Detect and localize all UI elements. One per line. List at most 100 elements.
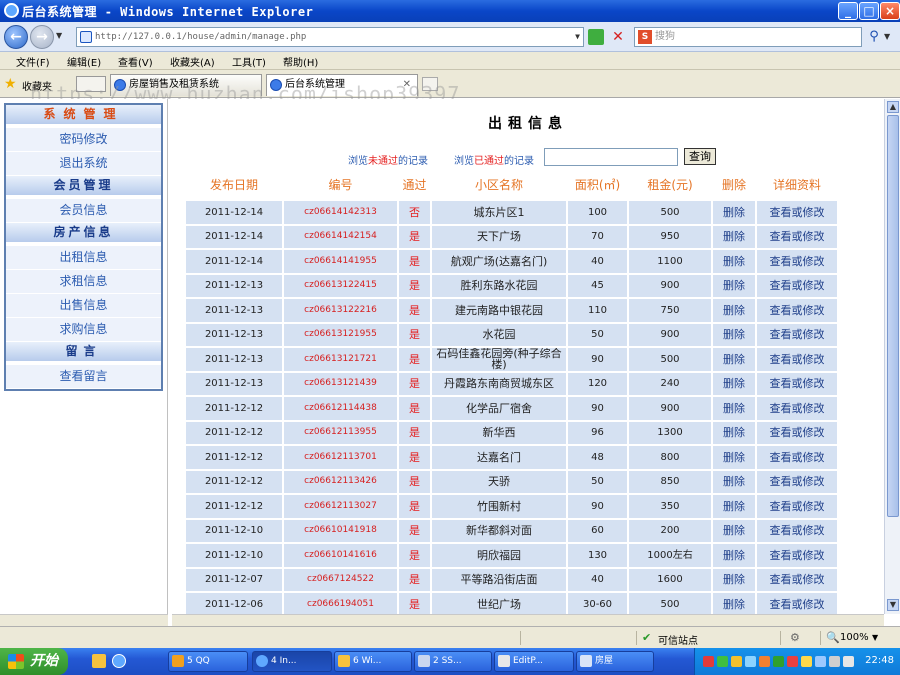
view-edit-link[interactable]: 查看或修改: [757, 323, 837, 346]
sidebar-item-logout[interactable]: 退出系统: [6, 152, 161, 175]
cell-code[interactable]: cz06614142313: [284, 201, 397, 224]
view-edit-link[interactable]: 查看或修改: [757, 201, 837, 224]
folder-icon[interactable]: [92, 654, 106, 668]
view-edit-link[interactable]: 查看或修改: [757, 544, 837, 567]
browse-approved-link[interactable]: 浏览已通过的记录: [454, 152, 534, 167]
tray-icon[interactable]: [773, 656, 784, 667]
task-editplus[interactable]: EditP...: [494, 651, 574, 672]
refresh-icon[interactable]: [588, 29, 604, 45]
address-dropdown-icon[interactable]: ▼: [575, 28, 580, 46]
cell-code[interactable]: cz0666194051: [284, 593, 397, 614]
menu-edit[interactable]: 编辑(E): [67, 54, 101, 69]
view-edit-link[interactable]: 查看或修改: [757, 225, 837, 248]
view-edit-link[interactable]: 查看或修改: [757, 372, 837, 395]
cell-code[interactable]: cz06612113701: [284, 446, 397, 469]
cell-code[interactable]: cz06610141918: [284, 519, 397, 542]
delete-link[interactable]: 删除: [713, 470, 755, 493]
tray-icon[interactable]: [829, 656, 840, 667]
cell-code[interactable]: cz06614141955: [284, 250, 397, 273]
view-edit-link[interactable]: 查看或修改: [757, 593, 837, 614]
delete-link[interactable]: 删除: [713, 421, 755, 444]
view-edit-link[interactable]: 查看或修改: [757, 397, 837, 420]
browse-unapproved-link[interactable]: 浏览未通过的记录: [348, 152, 428, 167]
sidebar-item-wanted-buy[interactable]: 求购信息: [6, 318, 161, 341]
minimize-button[interactable]: _: [838, 2, 858, 20]
delete-link[interactable]: 删除: [713, 372, 755, 395]
cell-code[interactable]: cz06613121955: [284, 323, 397, 346]
view-edit-link[interactable]: 查看或修改: [757, 421, 837, 444]
tray-icon[interactable]: [731, 656, 742, 667]
sidebar-item-for-sale[interactable]: 出售信息: [6, 294, 161, 317]
sidebar-item-rent-out[interactable]: 出租信息: [6, 246, 161, 269]
task-qq[interactable]: 5 QQ: [168, 651, 248, 672]
sidebar-item-member-info[interactable]: 会员信息: [6, 199, 161, 222]
address-input[interactable]: http://127.0.0.1/house/admin/manage.php …: [76, 27, 584, 47]
delete-link[interactable]: 删除: [713, 593, 755, 614]
task-explorer[interactable]: 6 Wi...: [334, 651, 412, 672]
view-edit-link[interactable]: 查看或修改: [757, 519, 837, 542]
cell-code[interactable]: cz06613121721: [284, 348, 397, 371]
tray-icon[interactable]: [843, 656, 854, 667]
tray-icon[interactable]: [745, 656, 756, 667]
scroll-thumb[interactable]: [887, 115, 899, 517]
cell-code[interactable]: cz06610141616: [284, 544, 397, 567]
search-input[interactable]: S 搜狗: [634, 27, 862, 47]
search-go-icon[interactable]: ⚲: [866, 29, 882, 45]
view-edit-link[interactable]: 查看或修改: [757, 568, 837, 591]
zoom-dropdown-icon[interactable]: ▼: [872, 633, 878, 642]
tray-icon[interactable]: [801, 656, 812, 667]
delete-link[interactable]: 删除: [713, 446, 755, 469]
menu-help[interactable]: 帮助(H): [283, 54, 318, 69]
main-horizontal-scrollbar[interactable]: [172, 614, 884, 626]
delete-link[interactable]: 删除: [713, 323, 755, 346]
protected-mode-icon[interactable]: ⚙: [790, 631, 800, 644]
task-ss[interactable]: 2 SS...: [414, 651, 492, 672]
scroll-down-icon[interactable]: ▼: [887, 599, 899, 611]
delete-link[interactable]: 删除: [713, 250, 755, 273]
menu-favorites[interactable]: 收藏夹(A): [170, 54, 215, 69]
maximize-button[interactable]: □: [859, 2, 879, 20]
left-horizontal-scrollbar[interactable]: [0, 614, 168, 626]
back-button[interactable]: ←: [4, 25, 28, 49]
sidebar-item-view-messages[interactable]: 查看留言: [6, 365, 161, 388]
ie-quicklaunch-icon[interactable]: [112, 654, 126, 668]
view-edit-link[interactable]: 查看或修改: [757, 299, 837, 322]
menu-tools[interactable]: 工具(T): [232, 54, 266, 69]
delete-link[interactable]: 删除: [713, 299, 755, 322]
tray-icon[interactable]: [717, 656, 728, 667]
cell-code[interactable]: cz06612113955: [284, 421, 397, 444]
tray-icon[interactable]: [787, 656, 798, 667]
query-input[interactable]: [544, 148, 678, 166]
close-button[interactable]: ×: [880, 2, 900, 20]
cell-code[interactable]: cz06614142154: [284, 225, 397, 248]
cell-code[interactable]: cz0667124522: [284, 568, 397, 591]
tray-icon[interactable]: [759, 656, 770, 667]
view-edit-link[interactable]: 查看或修改: [757, 495, 837, 518]
view-edit-link[interactable]: 查看或修改: [757, 348, 837, 371]
tray-icon[interactable]: [815, 656, 826, 667]
cell-code[interactable]: cz06612113027: [284, 495, 397, 518]
tray-icon[interactable]: [703, 656, 714, 667]
query-button[interactable]: 查询: [684, 148, 716, 165]
delete-link[interactable]: 删除: [713, 544, 755, 567]
start-button[interactable]: 开始: [0, 648, 68, 675]
delete-link[interactable]: 删除: [713, 568, 755, 591]
delete-link[interactable]: 删除: [713, 225, 755, 248]
history-dropdown-icon[interactable]: ▼: [56, 31, 62, 40]
stop-icon[interactable]: ✕: [610, 29, 626, 45]
view-edit-link[interactable]: 查看或修改: [757, 446, 837, 469]
sidebar-item-wanted-rent[interactable]: 求租信息: [6, 270, 161, 293]
view-edit-link[interactable]: 查看或修改: [757, 470, 837, 493]
scroll-up-icon[interactable]: ▲: [887, 101, 899, 113]
cell-code[interactable]: cz06613122216: [284, 299, 397, 322]
cell-code[interactable]: cz06612113426: [284, 470, 397, 493]
sidebar-item-password[interactable]: 密码修改: [6, 128, 161, 151]
vertical-scrollbar[interactable]: ▲ ▼: [884, 99, 900, 614]
view-edit-link[interactable]: 查看或修改: [757, 274, 837, 297]
cell-code[interactable]: cz06613122415: [284, 274, 397, 297]
view-edit-link[interactable]: 查看或修改: [757, 250, 837, 273]
task-house[interactable]: 房屋: [576, 651, 654, 672]
zoom-level[interactable]: 100%: [840, 632, 869, 643]
delete-link[interactable]: 删除: [713, 519, 755, 542]
delete-link[interactable]: 删除: [713, 201, 755, 224]
